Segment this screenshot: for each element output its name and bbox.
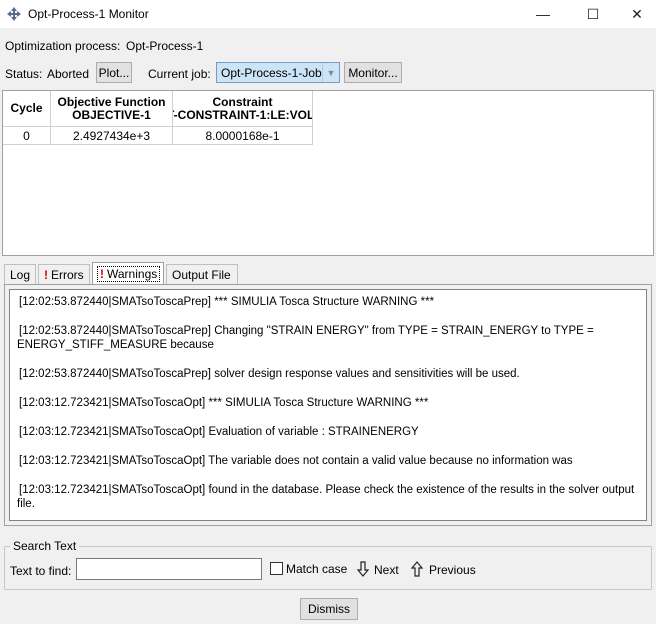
status-label: Status: xyxy=(5,67,43,81)
log-line: [12:02:53.872440|SMATsoToscaPrep] *** SI… xyxy=(19,296,435,308)
minimize-button[interactable]: — xyxy=(520,0,566,28)
log-line: [12:03:12.723421|SMATsoToscaOpt] The var… xyxy=(19,455,573,467)
table-cell-constraint: 8.0000168e-1 xyxy=(173,127,313,145)
text-to-find-label: Text to find: xyxy=(10,564,72,578)
column-header-constraint[interactable]: Constraint T-CONSTRAINT-1:LE:VOLU xyxy=(173,91,313,127)
warnings-panel: [12:02:53.872440|SMATsoToscaPrep] *** SI… xyxy=(4,284,652,526)
column-header-objective[interactable]: Objective Function OBJECTIVE-1 xyxy=(51,91,173,127)
process-label: Optimization process: xyxy=(5,39,121,53)
tab-output-file[interactable]: Output File xyxy=(166,264,238,284)
previous-button[interactable]: Previous xyxy=(429,563,476,577)
chevron-down-icon: ▼ xyxy=(322,63,339,82)
process-value: Opt-Process-1 xyxy=(126,39,204,53)
current-job-value: Opt-Process-1-Job xyxy=(221,65,322,80)
log-line: [12:03:12.723421|SMATsoToscaOpt] found i… xyxy=(17,484,635,510)
current-job-label: Current job: xyxy=(148,67,211,81)
log-line: [12:03:12.723421|SMATsoToscaOpt] Evaluat… xyxy=(19,426,419,438)
close-icon: ✕ xyxy=(631,5,643,22)
abaqus-app-icon xyxy=(7,7,21,21)
log-line: [12:02:53.872440|SMATsoToscaPrep] Changi… xyxy=(17,325,594,351)
minimize-icon: — xyxy=(536,6,550,22)
plot-button[interactable]: Plot... xyxy=(96,62,132,83)
maximize-button[interactable]: ☐ xyxy=(570,0,616,28)
search-input[interactable] xyxy=(76,558,262,580)
log-line: [12:03:12.723421|SMATsoToscaOpt] *** SIM… xyxy=(19,397,429,409)
column-header-cycle[interactable]: Cycle xyxy=(3,91,51,127)
warnings-log[interactable]: [12:02:53.872440|SMATsoToscaPrep] *** SI… xyxy=(9,289,647,521)
warning-icon: ! xyxy=(100,266,104,281)
close-button[interactable]: ✕ xyxy=(614,0,656,28)
monitor-button[interactable]: Monitor... xyxy=(344,62,402,83)
tab-errors[interactable]: ! Errors xyxy=(38,264,90,284)
match-case-label: Match case xyxy=(286,562,348,576)
next-button[interactable]: Next xyxy=(374,563,399,577)
current-job-select[interactable]: Opt-Process-1-Job ▼ xyxy=(216,62,340,83)
log-line: [12:02:53.872440|SMATsoToscaPrep] solver… xyxy=(19,368,520,380)
tab-warnings[interactable]: ! Warnings xyxy=(92,262,164,284)
match-case-checkbox[interactable] xyxy=(270,562,283,575)
arrow-up-icon[interactable] xyxy=(410,561,424,577)
tab-log[interactable]: Log xyxy=(4,264,36,284)
error-icon: ! xyxy=(44,267,48,282)
title-bar: Opt-Process-1 Monitor — ☐ ✕ xyxy=(0,0,656,28)
search-group-legend: Search Text xyxy=(10,539,80,553)
table-cell-objective: 2.4927434e+3 xyxy=(51,127,173,145)
arrow-down-icon[interactable] xyxy=(356,561,370,577)
dismiss-button[interactable]: Dismiss xyxy=(300,598,358,620)
status-value: Aborted xyxy=(47,67,90,81)
window-title: Opt-Process-1 Monitor xyxy=(28,7,149,21)
results-table: Cycle Objective Function OBJECTIVE-1 Con… xyxy=(2,90,654,256)
maximize-icon: ☐ xyxy=(586,5,600,22)
table-cell-cycle: 0 xyxy=(3,127,51,145)
